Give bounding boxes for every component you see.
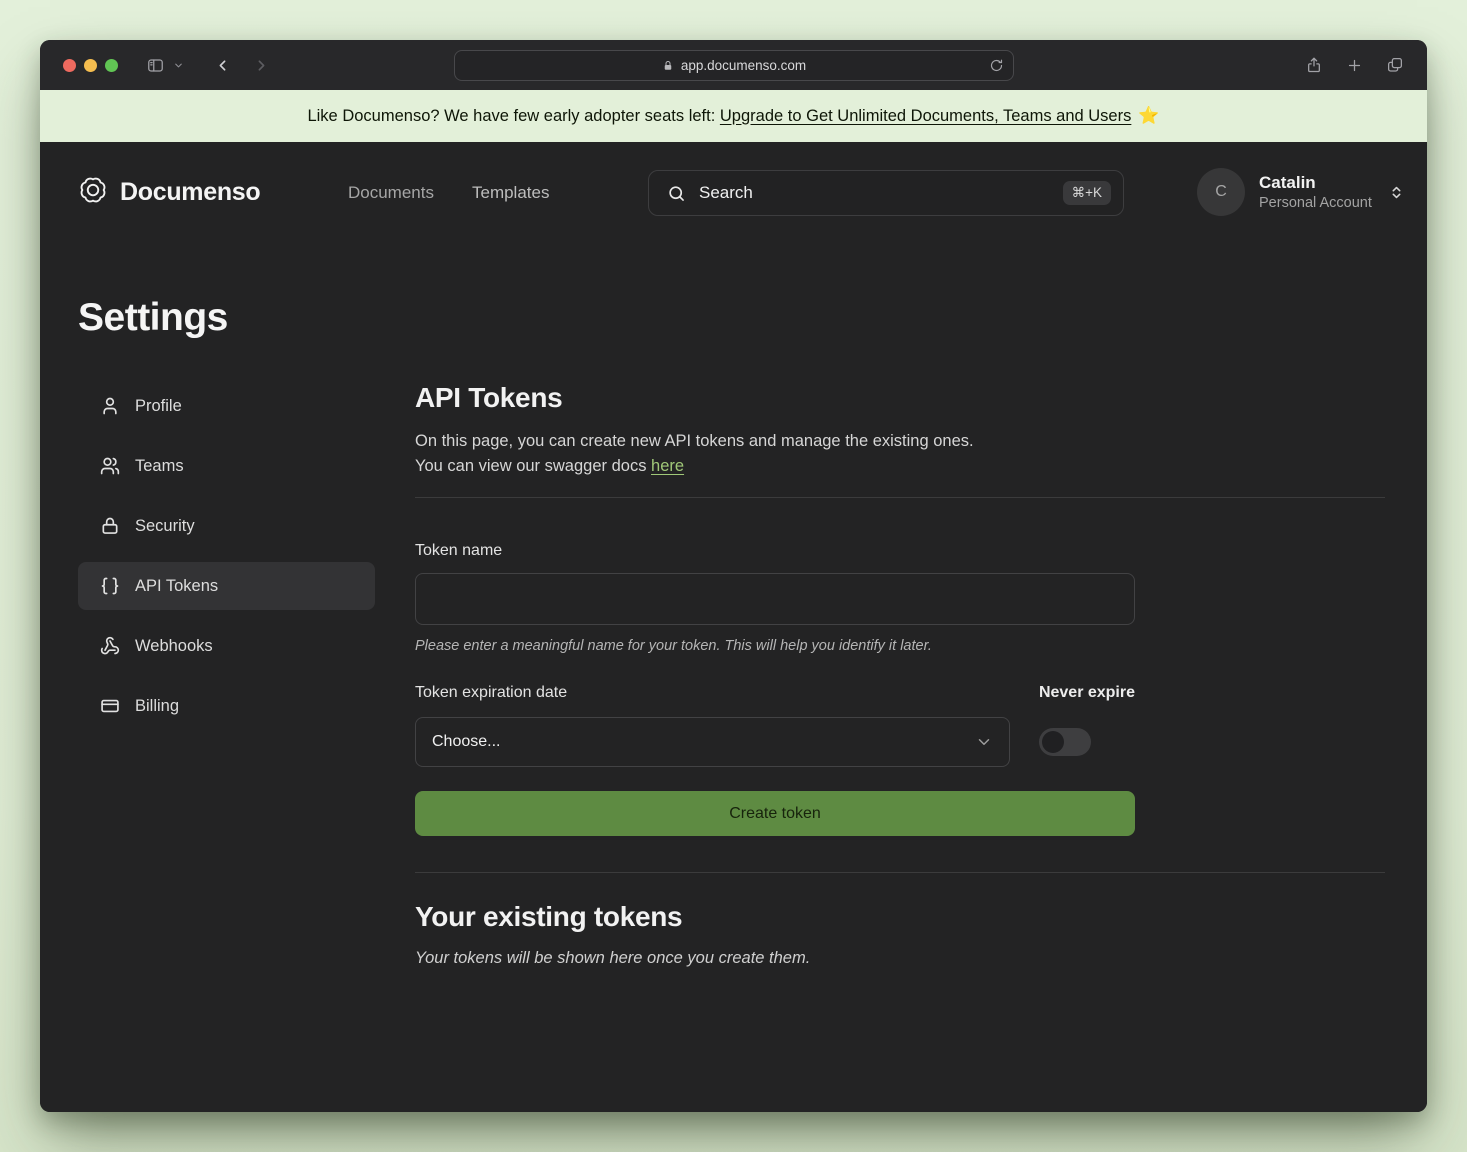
screenshot-stage: app.documenso.com Like Documenso? We hav (0, 0, 1467, 1152)
upgrade-link[interactable]: Upgrade to Get Unlimited Documents, Team… (720, 107, 1131, 126)
expiration-label: Token expiration date (415, 684, 1010, 702)
search-placeholder: Search (699, 183, 1063, 203)
panel-description: On this page, you can create new API tok… (415, 429, 1385, 479)
brand-name: Documenso (120, 178, 260, 207)
webhooks-icon (100, 636, 120, 656)
account-menu[interactable]: C Catalin Personal Account (1197, 168, 1405, 216)
sidebar-item-teams[interactable]: Teams (78, 442, 375, 490)
search-input[interactable]: Search ⌘+K (648, 170, 1124, 216)
zoom-window-button[interactable] (105, 59, 118, 72)
new-tab-icon[interactable] (1346, 57, 1363, 74)
never-expire-toggle[interactable] (1039, 728, 1091, 756)
share-icon[interactable] (1305, 56, 1323, 74)
page-title: Settings (78, 296, 1427, 340)
titlebar-right-actions (1305, 40, 1404, 90)
api-tokens-icon (100, 576, 120, 596)
account-text: Catalin Personal Account (1259, 172, 1372, 211)
expiration-select[interactable]: Choose... (415, 717, 1010, 767)
upgrade-banner: Like Documenso? We have few early adopte… (40, 90, 1427, 142)
reload-icon[interactable] (989, 58, 1004, 73)
sidebar-item-security[interactable]: Security (78, 502, 375, 550)
create-token-button[interactable]: Create token (415, 791, 1135, 836)
banner-text: Like Documenso? We have few early adopte… (307, 107, 719, 126)
browser-window: app.documenso.com Like Documenso? We hav (40, 40, 1427, 1112)
panel-title: API Tokens (415, 382, 1385, 414)
settings-layout: Profile Teams Security (40, 382, 1427, 968)
sidebar-item-api-tokens[interactable]: API Tokens (78, 562, 375, 610)
sidebar-item-label: Billing (135, 697, 179, 716)
sidebar-item-label: API Tokens (135, 577, 218, 596)
expiration-field: Token expiration date Choose... (415, 684, 1010, 767)
expiration-row: Token expiration date Choose... Never ex… (415, 684, 1135, 767)
forward-icon[interactable] (253, 57, 270, 74)
avatar: C (1197, 168, 1245, 216)
divider (415, 872, 1385, 873)
sidebar-item-billing[interactable]: Billing (78, 682, 375, 730)
never-expire-field: Never expire (1039, 684, 1135, 767)
search-shortcut-badge: ⌘+K (1063, 181, 1111, 205)
existing-tokens-empty-text: Your tokens will be shown here once you … (415, 949, 1385, 968)
expiration-selected-value: Choose... (432, 733, 975, 751)
api-tokens-panel: API Tokens On this page, you can create … (415, 382, 1385, 968)
user-icon (100, 396, 120, 416)
sidebar-item-label: Teams (135, 457, 184, 476)
sidebar-item-profile[interactable]: Profile (78, 382, 375, 430)
documenso-logo-icon (78, 175, 108, 210)
divider (415, 497, 1385, 498)
tabs-overview-icon[interactable] (1386, 56, 1404, 74)
sidebar-item-label: Profile (135, 397, 182, 416)
teams-icon (100, 456, 120, 476)
back-icon[interactable] (214, 57, 231, 74)
search-icon (667, 184, 686, 203)
existing-tokens-title: Your existing tokens (415, 901, 1385, 933)
sidebar-item-webhooks[interactable]: Webhooks (78, 622, 375, 670)
sidebar-toggle-icon[interactable] (146, 56, 165, 75)
chevron-down-icon[interactable] (173, 60, 184, 71)
security-icon (100, 516, 120, 536)
select-chevron-icon (975, 733, 993, 751)
description-line2: You can view our swagger docs here (415, 454, 1385, 479)
main-nav: Documents Templates (348, 183, 549, 203)
app-content: Documenso Documents Templates Search ⌘+K… (40, 142, 1427, 1112)
account-name: Catalin (1259, 172, 1372, 193)
account-chevron-icon (1388, 184, 1405, 201)
settings-sidebar: Profile Teams Security (78, 382, 375, 968)
billing-icon (100, 696, 120, 716)
url-text: app.documenso.com (681, 58, 806, 73)
token-name-input[interactable] (415, 573, 1135, 625)
brand[interactable]: Documenso (78, 175, 260, 210)
lock-icon (662, 60, 674, 72)
sidebar-item-label: Security (135, 517, 195, 536)
swagger-docs-link[interactable]: here (651, 457, 684, 475)
toggle-knob (1042, 731, 1064, 753)
nav-documents[interactable]: Documents (348, 183, 434, 203)
account-type: Personal Account (1259, 194, 1372, 212)
star-emoji: ⭐ (1138, 106, 1159, 126)
description-line2-prefix: You can view our swagger docs (415, 457, 651, 475)
minimize-window-button[interactable] (84, 59, 97, 72)
address-bar[interactable]: app.documenso.com (454, 50, 1014, 81)
never-expire-label: Never expire (1039, 684, 1135, 702)
description-line1: On this page, you can create new API tok… (415, 429, 1385, 454)
browser-titlebar: app.documenso.com (40, 40, 1427, 90)
close-window-button[interactable] (63, 59, 76, 72)
app-header: Documenso Documents Templates Search ⌘+K… (40, 142, 1427, 238)
token-name-label: Token name (415, 542, 1385, 560)
nav-templates[interactable]: Templates (472, 183, 549, 203)
token-name-hint: Please enter a meaningful name for your … (415, 638, 1385, 654)
traffic-lights (63, 59, 118, 72)
sidebar-item-label: Webhooks (135, 637, 213, 656)
